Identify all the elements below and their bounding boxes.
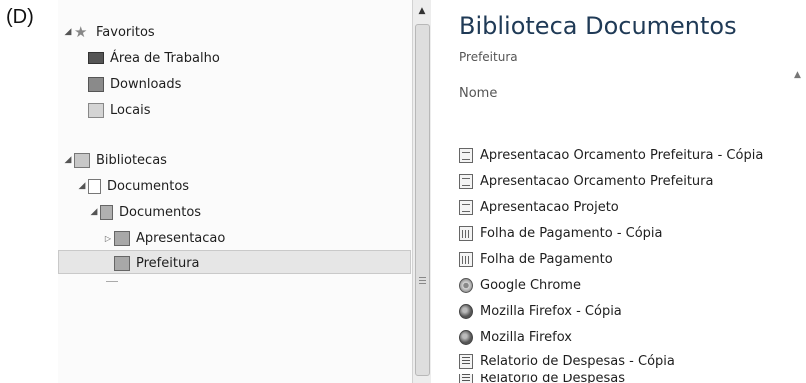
nav-item-label: Prefeitura <box>136 255 200 271</box>
file-name: Relatorio de Despesas - Cópia <box>480 353 675 369</box>
nav-item-label: Documentos <box>119 204 202 220</box>
option-label: (D) <box>6 6 34 28</box>
file-name: Apresentacao Projeto <box>480 199 619 215</box>
file-name: Apresentacao Orcamento Prefeitura <box>480 173 714 189</box>
file-name: Mozilla Firefox - Cópia <box>480 303 622 319</box>
file-row[interactable]: Folha de Pagamento - Cópia <box>459 222 663 244</box>
file-name: Mozilla Firefox <box>480 329 572 345</box>
nav-item-label: Downloads <box>110 76 182 92</box>
presentation-file-icon <box>459 199 473 215</box>
content-pane: Biblioteca Documentos Prefeitura ▲ Nome … <box>431 0 806 383</box>
folder-icon <box>100 204 113 220</box>
expand-arrow-icon[interactable]: ◢ <box>76 181 88 191</box>
star-icon: ★ <box>74 22 88 41</box>
grip-line <box>419 283 426 284</box>
nav-item-label: Apresentacao <box>136 230 226 246</box>
selected-highlight <box>58 250 411 274</box>
file-row[interactable]: Folha de Pagamento <box>459 248 613 270</box>
file-name: Apresentacao Orcamento Prefeitura - Cópi… <box>480 147 764 163</box>
file-row[interactable]: Mozilla Firefox - Cópia <box>459 300 622 322</box>
chrome-shortcut-icon <box>459 277 473 293</box>
grip-line <box>419 277 426 278</box>
recent-places-icon <box>88 102 104 118</box>
nav-item-locais[interactable]: Locais <box>88 99 150 121</box>
file-row[interactable]: Mozilla Firefox <box>459 326 572 348</box>
nav-documents-folder[interactable]: ◢ Documentos <box>88 201 201 223</box>
scrollbar-thumb[interactable] <box>415 24 430 376</box>
file-row[interactable]: Apresentacao Orcamento Prefeitura <box>459 170 713 192</box>
grip-line <box>419 280 426 281</box>
library-title: Biblioteca Documentos <box>459 12 737 40</box>
nav-folder-apresentacao[interactable]: ▷ Apresentacao <box>102 227 225 249</box>
nav-item-label: Documentos <box>107 178 190 194</box>
nav-documents-library[interactable]: ◢ Documentos <box>76 175 189 197</box>
navigation-pane: ◢ ★ Favoritos Área de Trabalho Downloads… <box>58 0 412 383</box>
file-row[interactable]: Apresentacao Orcamento Prefeitura - Cópi… <box>459 144 763 166</box>
nav-libraries[interactable]: ◢ Bibliotecas <box>62 149 167 171</box>
sort-ascending-icon: ▲ <box>794 70 801 80</box>
vertical-scrollbar[interactable]: ▲ <box>412 0 432 383</box>
file-row[interactable]: Google Chrome <box>459 274 581 296</box>
documents-library-icon <box>88 178 101 194</box>
file-name: Relatorio de Despesas <box>480 374 626 383</box>
scroll-up-arrow-icon[interactable]: ▲ <box>413 2 431 20</box>
word-file-icon <box>459 374 473 383</box>
firefox-shortcut-icon <box>459 303 473 319</box>
firefox-shortcut-icon <box>459 329 473 345</box>
file-name: Folha de Pagamento - Cópia <box>480 225 663 241</box>
file-row[interactable]: Relatorio de Despesas <box>459 374 625 383</box>
expand-arrow-icon[interactable]: ◢ <box>62 155 74 165</box>
file-name: Folha de Pagamento <box>480 251 613 267</box>
downloads-folder-icon <box>88 76 104 92</box>
library-subtitle: Prefeitura <box>459 50 518 64</box>
nav-favorites[interactable]: ◢ ★ Favoritos <box>62 21 155 43</box>
nav-libraries-label: Bibliotecas <box>96 152 167 168</box>
spreadsheet-file-icon <box>459 225 473 241</box>
file-row[interactable]: Apresentacao Projeto <box>459 196 619 218</box>
expand-arrow-icon[interactable]: ◢ <box>62 27 74 37</box>
nav-item-desktop[interactable]: Área de Trabalho <box>88 47 220 69</box>
file-name: Google Chrome <box>480 277 581 293</box>
nav-item-label: Área de Trabalho <box>110 50 220 66</box>
file-row[interactable]: Relatorio de Despesas - Cópia <box>459 350 675 372</box>
column-header-name[interactable]: Nome <box>459 86 497 101</box>
collapse-arrow-icon[interactable]: ▷ <box>102 234 114 243</box>
presentation-file-icon <box>459 147 473 163</box>
nav-favorites-label: Favoritos <box>96 24 155 40</box>
nav-item-label: Locais <box>110 102 151 118</box>
presentation-file-icon <box>459 173 473 189</box>
spreadsheet-file-icon <box>459 251 473 267</box>
folder-icon <box>114 255 130 271</box>
desktop-icon <box>88 52 104 64</box>
libraries-icon <box>74 152 90 168</box>
folder-icon <box>114 230 130 246</box>
expand-arrow-icon[interactable]: ◢ <box>88 207 100 217</box>
divider <box>106 281 118 282</box>
nav-item-downloads[interactable]: Downloads <box>88 73 181 95</box>
word-file-icon <box>459 353 473 369</box>
nav-folder-prefeitura[interactable]: Prefeitura <box>114 252 200 274</box>
explorer-window: ◢ ★ Favoritos Área de Trabalho Downloads… <box>58 0 806 383</box>
